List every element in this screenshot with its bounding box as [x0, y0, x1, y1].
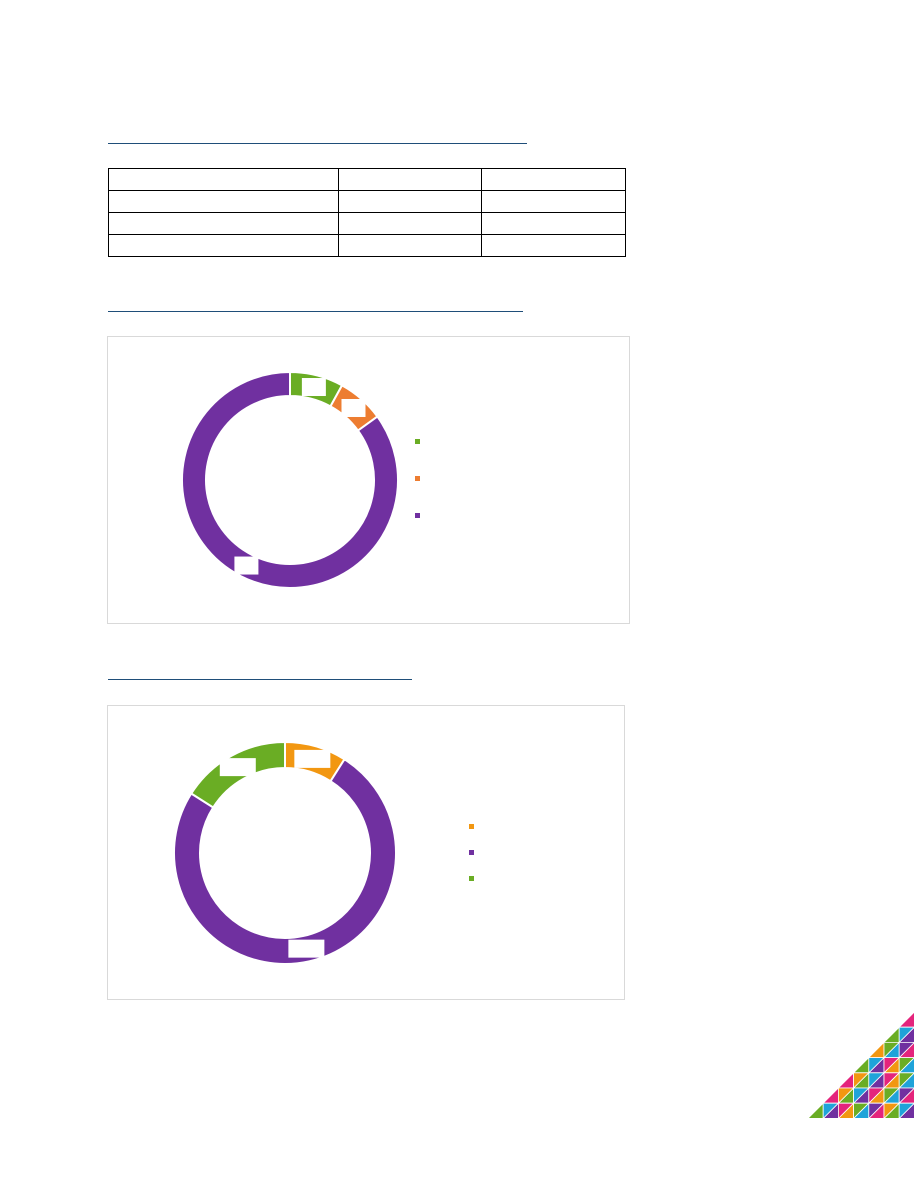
table-row — [108, 212, 626, 235]
logo-triangle — [852, 1056, 870, 1074]
data-table — [108, 168, 626, 257]
table-cell — [338, 212, 482, 235]
legend-marker — [415, 476, 420, 481]
table-cell — [108, 212, 339, 235]
table-cell — [108, 168, 339, 191]
legend-marker — [469, 850, 474, 855]
donut-chart-2 — [107, 705, 625, 1000]
data-label-box — [294, 749, 331, 768]
logo-triangle — [837, 1071, 854, 1089]
table-cell — [338, 168, 482, 191]
donut-chart-2-canvas — [173, 740, 474, 965]
table-cell — [481, 168, 626, 191]
logo-triangle — [808, 1102, 824, 1118]
table-cell — [481, 212, 626, 235]
data-label-box — [219, 758, 256, 777]
section-heading-underline — [108, 311, 523, 312]
logo-triangle — [898, 1012, 915, 1028]
data-label-box — [301, 378, 326, 397]
legend-marker — [469, 824, 474, 829]
data-label-box — [341, 398, 366, 417]
table-row — [108, 168, 626, 191]
table-row — [108, 234, 626, 257]
brand-triangle-logo — [808, 1012, 916, 1118]
table-cell — [108, 190, 339, 213]
logo-triangle — [867, 1041, 885, 1058]
donut-chart-1 — [107, 336, 630, 624]
table-cell — [338, 234, 482, 257]
table-cell — [338, 190, 482, 213]
section-heading-underline — [108, 679, 412, 680]
donut-chart-1-canvas — [181, 370, 420, 589]
data-label-box — [234, 556, 259, 575]
legend-marker — [415, 439, 420, 444]
table-row — [108, 190, 626, 213]
legend-marker — [469, 876, 474, 881]
section-heading-underline — [108, 143, 527, 144]
table-cell — [108, 234, 339, 257]
table-cell — [481, 234, 626, 257]
logo-triangle — [883, 1026, 900, 1043]
data-label-box — [288, 939, 325, 958]
legend-marker — [415, 513, 420, 518]
table-cell — [481, 190, 626, 213]
logo-triangle — [822, 1087, 839, 1104]
